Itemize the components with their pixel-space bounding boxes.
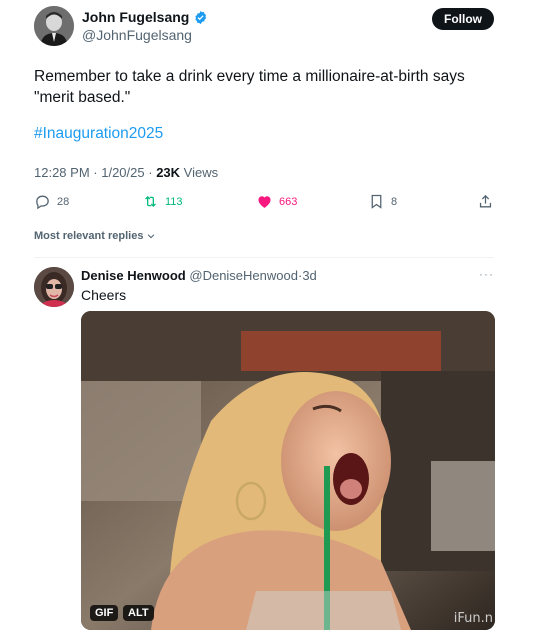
tweet-meta: 12:28 PM · 1/20/25 · 23K Views (34, 165, 218, 180)
reply-gif[interactable]: GIF ALT iFun.n (81, 311, 495, 630)
watermark: iFun.n (453, 611, 493, 626)
views-count: 23K (156, 165, 181, 180)
retweet-button[interactable]: 113 (142, 193, 183, 210)
tweet-time[interactable]: 12:28 PM (34, 165, 90, 180)
reply-author-handle[interactable]: @DeniseHenwood (189, 268, 298, 283)
reply-count: 28 (57, 195, 70, 208)
heart-icon (258, 196, 271, 208)
more-icon[interactable]: ··· (479, 267, 494, 281)
reply-text: Cheers (81, 287, 127, 303)
replies-sort-dropdown[interactable]: Most relevant replies (34, 230, 156, 242)
meta-separator: · (148, 165, 157, 180)
share-button[interactable] (477, 193, 494, 210)
views-label: Views (183, 165, 219, 180)
retweet-count: 113 (165, 195, 183, 208)
gif-frame (81, 311, 495, 630)
action-bar: 28 113 663 8 (34, 193, 494, 213)
reply-age[interactable]: 3d (302, 268, 316, 283)
reply-button[interactable]: 28 (34, 193, 69, 210)
reply-avatar[interactable] (34, 267, 74, 307)
hashtag-link[interactable]: #Inauguration2025 (34, 125, 163, 143)
reply-header: Denise Henwood @DeniseHenwood·3d (81, 268, 317, 283)
author-avatar[interactable] (34, 6, 74, 46)
reply-icon (36, 195, 49, 210)
author-handle[interactable]: @JohnFugelsang (82, 27, 208, 43)
retweet-icon (145, 195, 156, 208)
verified-badge-icon (195, 10, 207, 24)
reply-author-name[interactable]: Denise Henwood (81, 268, 186, 283)
gif-badge: GIF (90, 605, 119, 621)
replies-sort-label: Most relevant replies (34, 230, 144, 242)
bookmark-count: 8 (391, 195, 398, 208)
tweet-text: Remember to take a drink every time a mi… (34, 68, 465, 106)
chevron-down-icon (148, 234, 155, 239)
like-button[interactable]: 663 (256, 193, 297, 210)
bookmark-button[interactable]: 8 (368, 193, 397, 210)
divider (34, 257, 494, 258)
alt-badge[interactable]: ALT (123, 605, 154, 621)
author-name[interactable]: John Fugelsang (82, 9, 189, 25)
tweet-header: John Fugelsang @JohnFugelsang Follow (34, 6, 494, 46)
tweet-date[interactable]: 1/20/25 (101, 165, 144, 180)
follow-button[interactable]: Follow (432, 8, 494, 30)
share-icon (479, 194, 492, 208)
bookmark-icon (371, 194, 382, 209)
like-count: 663 (279, 195, 298, 208)
author-info: John Fugelsang @JohnFugelsang (82, 9, 208, 43)
